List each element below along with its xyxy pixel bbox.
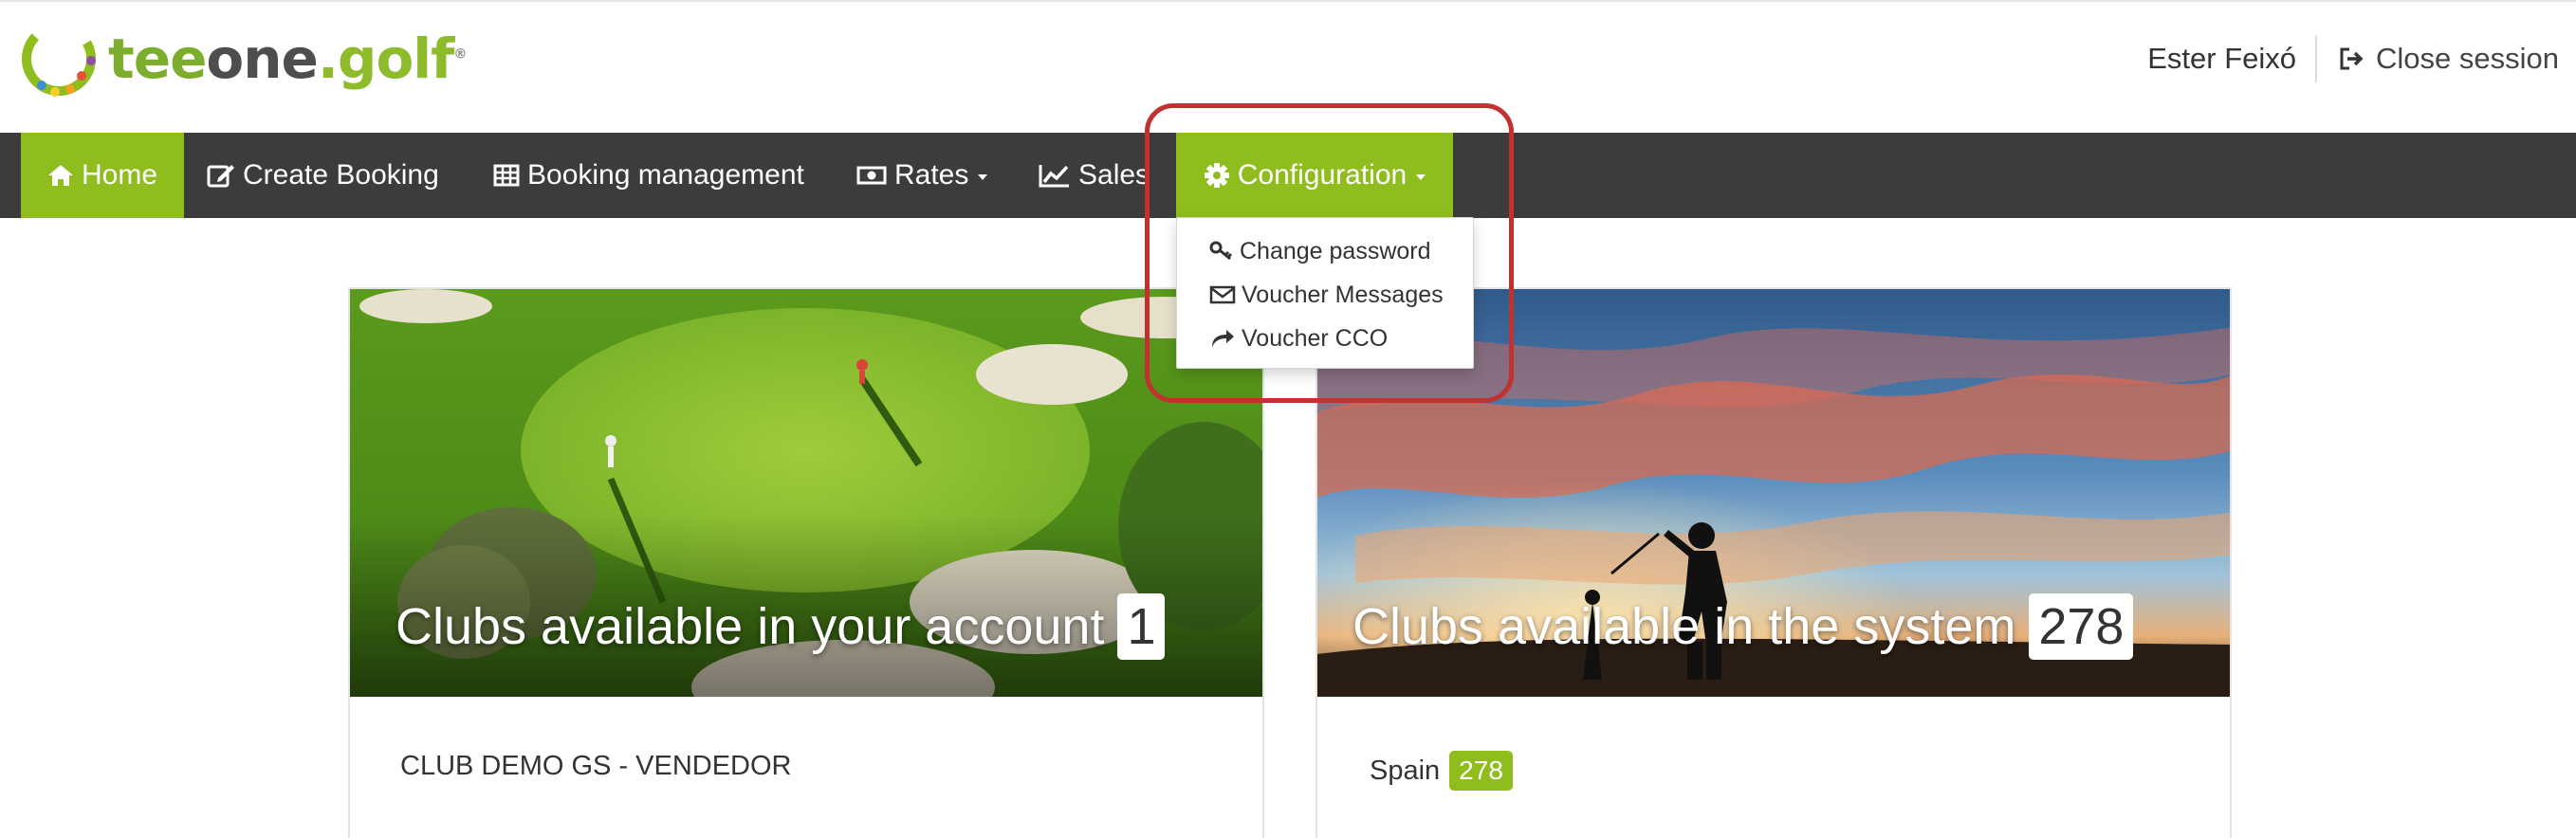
teeone-golf-logo[interactable]: teeone.golf® [19,19,467,99]
nav-rates-label: Rates [894,159,969,191]
logo-wordmark: teeone.golf® [108,27,467,91]
system-clubs-card: Clubs available in the system 278 Spain … [1316,287,2232,838]
nav-rates[interactable]: Rates [856,133,988,218]
close-session-link[interactable]: Close session [2336,42,2559,76]
menu-item-voucher-messages[interactable]: Voucher Messages [1177,273,1473,317]
account-clubs-count: 1 [1117,593,1166,660]
country-row-spain[interactable]: Spain 278 [1317,697,2230,791]
country-name: Spain [1370,755,1441,786]
logo-ring-icon [22,22,96,97]
menu-item-voucher-cco-label: Voucher CCO [1242,324,1389,352]
system-clubs-caption: Clubs available in the system 278 [1352,592,2134,661]
account-clubs-caption: Clubs available in your account 1 [396,592,1166,661]
nav-booking-management[interactable]: Booking management [493,133,804,218]
share-icon [1212,330,1234,347]
golf-course-image: Clubs available in your account 1 [350,289,1262,697]
country-count-badge: 278 [1449,751,1513,791]
account-clubs-card: Clubs available in your account 1 CLUB D… [348,287,1264,838]
divider [2315,35,2318,82]
edit-icon [207,165,234,188]
sign-out-icon [2340,47,2364,70]
account-club-row[interactable]: CLUB DEMO GS - VENDEDOR [350,697,1262,782]
main-navbar: Home Create Booking Booking management R… [0,133,2576,218]
menu-item-change-password-label: Change password [1240,237,1431,264]
user-name[interactable]: Ester Feixó [2147,42,2315,76]
money-icon [856,166,887,185]
home-icon [47,165,73,186]
caret-down-icon [1416,173,1426,180]
nav-home-label: Home [81,159,158,191]
user-area: Ester Feixó Close session [2147,30,2559,87]
nav-booking-management-label: Booking management [527,159,804,191]
configuration-dropdown-menu: Change password Voucher Messages Voucher… [1176,217,1474,369]
nav-configuration[interactable]: Configuration [1176,133,1453,218]
account-clubs-title: Clubs available in your account [396,598,1105,655]
gear-icon [1204,163,1229,188]
nav-create-booking-label: Create Booking [243,159,439,191]
menu-item-voucher-messages-label: Voucher Messages [1242,281,1444,308]
line-chart-icon [1039,165,1069,188]
envelope-icon [1209,285,1236,304]
nav-sales[interactable]: Sales [1039,133,1150,218]
menu-item-voucher-cco[interactable]: Voucher CCO [1177,317,1473,360]
system-clubs-count: 278 [2029,593,2134,660]
club-name: CLUB DEMO GS - VENDEDOR [400,751,792,781]
close-session-label: Close session [2376,42,2559,75]
nav-home[interactable]: Home [21,133,184,218]
nav-sales-label: Sales [1078,159,1150,191]
key-icon [1209,241,1233,261]
nav-configuration-label: Configuration [1237,159,1408,191]
table-icon [493,164,520,187]
caret-down-icon [978,173,988,180]
menu-item-change-password[interactable]: Change password [1177,229,1473,273]
system-clubs-title: Clubs available in the system [1352,598,2016,655]
nav-create-booking[interactable]: Create Booking [207,133,439,218]
top-header: teeone.golf® Ester Feixó Close session [0,0,2576,133]
